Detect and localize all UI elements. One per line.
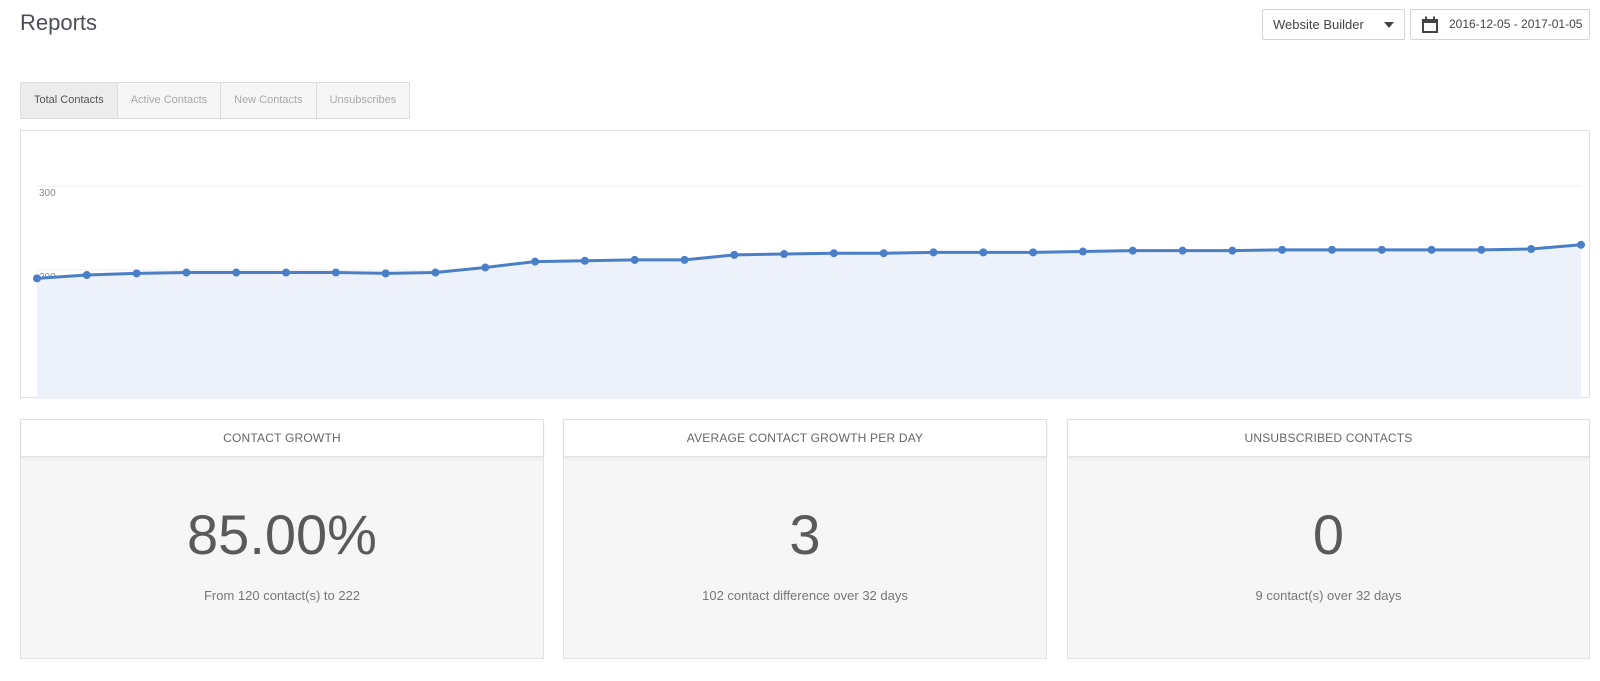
data-point xyxy=(780,250,789,259)
card-subtitle: 9 contact(s) over 32 days xyxy=(1255,588,1402,603)
data-point xyxy=(33,274,41,283)
date-range-value: 2016-12-05 - 2017-01-05 xyxy=(1449,17,1583,31)
calendar-icon xyxy=(1422,16,1438,33)
data-point xyxy=(232,268,241,277)
data-point xyxy=(1029,248,1038,257)
data-point xyxy=(580,256,589,265)
data-point xyxy=(1377,245,1386,254)
data-point xyxy=(381,269,390,278)
app-select-dropdown[interactable]: Website Builder xyxy=(1262,9,1405,40)
data-point xyxy=(730,250,739,259)
data-point xyxy=(1327,245,1336,254)
y-tick-label: 300 xyxy=(39,188,56,199)
tab-new-contacts[interactable]: New Contacts xyxy=(221,83,317,118)
data-point xyxy=(331,268,340,277)
data-point xyxy=(1128,246,1137,255)
data-point xyxy=(1477,245,1486,254)
data-point xyxy=(630,255,639,264)
card-subtitle: 102 contact difference over 32 days xyxy=(702,588,908,603)
card-title: AVERAGE CONTACT GROWTH PER DAY xyxy=(564,420,1046,457)
data-point xyxy=(1527,245,1536,253)
date-range-picker[interactable]: 2016-12-05 - 2017-01-05 xyxy=(1410,9,1590,40)
data-point xyxy=(1427,245,1436,254)
app-select-value: Website Builder xyxy=(1273,17,1364,32)
data-point xyxy=(1228,246,1237,255)
card-subtitle: From 120 contact(s) to 222 xyxy=(203,588,361,603)
data-point xyxy=(680,255,689,264)
chevron-down-icon xyxy=(1384,22,1394,28)
average-growth-card: AVERAGE CONTACT GROWTH PER DAY 3 102 con… xyxy=(563,419,1047,659)
data-point xyxy=(979,248,988,257)
card-value: 0 xyxy=(1312,503,1345,566)
card-value: 85.00% xyxy=(187,503,377,566)
tab-unsubscribes[interactable]: Unsubscribes xyxy=(317,83,410,118)
tab-active-contacts[interactable]: Active Contacts xyxy=(118,83,222,118)
card-value: 3 xyxy=(789,503,821,566)
data-point xyxy=(1577,240,1585,249)
data-point xyxy=(132,269,141,278)
data-point xyxy=(431,268,440,277)
card-title: UNSUBSCRIBED CONTACTS xyxy=(1068,420,1589,457)
data-point xyxy=(82,271,91,280)
data-point xyxy=(282,268,291,277)
series-area xyxy=(37,244,1581,399)
data-point xyxy=(929,248,938,257)
data-point xyxy=(531,257,540,266)
page-title: Reports xyxy=(20,10,98,35)
report-tabs: Total Contacts Active Contacts New Conta… xyxy=(20,82,411,119)
data-point xyxy=(1078,247,1087,256)
data-point xyxy=(829,249,838,258)
contacts-chart: 300200100 xyxy=(20,130,1590,399)
data-point xyxy=(1178,246,1187,255)
unsubscribed-card: UNSUBSCRIBED CONTACTS 0 9 contact(s) ove… xyxy=(1067,419,1590,659)
card-title: CONTACT GROWTH xyxy=(21,420,543,457)
contact-growth-card: CONTACT GROWTH 85.00% From 120 contact(s… xyxy=(20,419,544,659)
data-point xyxy=(879,249,888,258)
data-point xyxy=(182,268,191,277)
contacts-area-chart: 300200100 xyxy=(33,185,1585,399)
tab-total-contacts[interactable]: Total Contacts xyxy=(21,83,118,118)
data-point xyxy=(481,263,490,272)
data-point xyxy=(1278,245,1287,254)
